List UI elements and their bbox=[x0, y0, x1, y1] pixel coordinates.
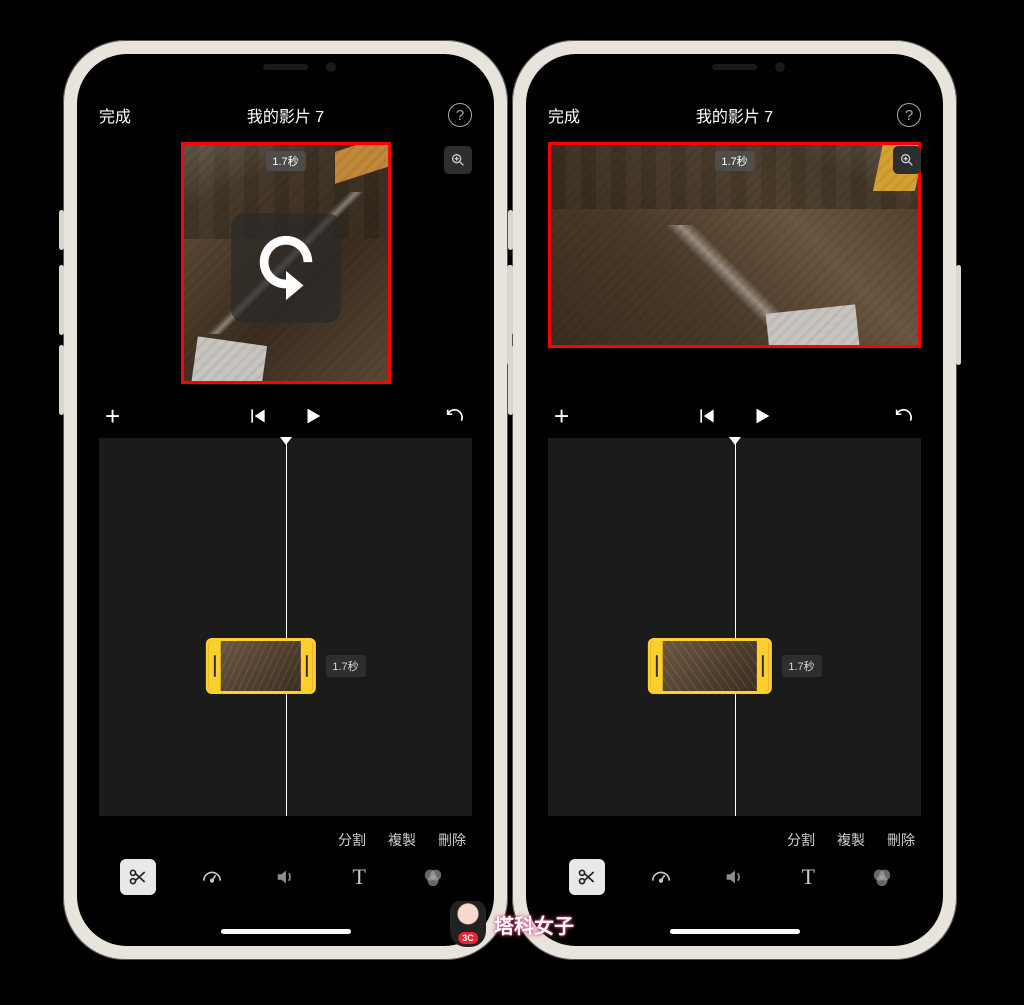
clip-row: 1.7秒 bbox=[647, 638, 821, 694]
watermark-text: 塔科女子 bbox=[494, 910, 574, 939]
playhead[interactable] bbox=[286, 438, 287, 816]
tool-volume[interactable] bbox=[267, 859, 303, 895]
tool-trim[interactable] bbox=[120, 859, 156, 895]
tool-filters[interactable] bbox=[415, 859, 451, 895]
rotate-cw-icon bbox=[251, 233, 321, 303]
video-clip[interactable] bbox=[647, 638, 771, 694]
action-delete[interactable]: 刪除 bbox=[887, 830, 915, 850]
tool-filters[interactable] bbox=[864, 859, 900, 895]
home-indicator[interactable] bbox=[670, 929, 800, 934]
volume-down-button[interactable] bbox=[59, 345, 64, 415]
tool-bar: T bbox=[77, 854, 494, 900]
power-button[interactable] bbox=[956, 265, 961, 365]
clip-thumbnail bbox=[220, 641, 300, 691]
add-media-button[interactable]: + bbox=[554, 401, 569, 432]
notch bbox=[196, 54, 376, 80]
tool-text[interactable]: T bbox=[341, 859, 377, 895]
done-button[interactable]: 完成 bbox=[99, 103, 131, 127]
watermark: 塔科女子 bbox=[450, 901, 574, 947]
clip-handle-left[interactable] bbox=[650, 641, 662, 691]
clip-row: 1.7秒 bbox=[205, 638, 365, 694]
volume-down-button[interactable] bbox=[508, 345, 513, 415]
edit-actions: 分割 複製 刪除 bbox=[787, 830, 915, 850]
transport-bar: + bbox=[526, 394, 943, 438]
timeline[interactable]: 1.7秒 bbox=[548, 438, 921, 816]
edit-actions: 分割 複製 刪除 bbox=[338, 830, 466, 850]
duration-badge: 1.7秒 bbox=[265, 151, 305, 171]
nav-bar: 完成 我的影片 7 ? bbox=[77, 96, 494, 134]
project-title: 我的影片 7 bbox=[696, 103, 773, 127]
text-icon: T bbox=[353, 864, 366, 890]
preview-area: 1.7秒 bbox=[99, 142, 472, 388]
tool-trim[interactable] bbox=[569, 859, 605, 895]
action-split[interactable]: 分割 bbox=[787, 830, 815, 850]
tool-speed[interactable] bbox=[643, 859, 679, 895]
scissors-icon bbox=[128, 867, 148, 887]
video-preview-image bbox=[551, 145, 918, 345]
tool-volume[interactable] bbox=[716, 859, 752, 895]
clip-handle-right[interactable] bbox=[300, 641, 312, 691]
clip-duration-label: 1.7秒 bbox=[781, 655, 821, 677]
action-split[interactable]: 分割 bbox=[338, 830, 366, 850]
preview-frame[interactable]: 1.7秒 bbox=[181, 142, 391, 384]
skip-back-button[interactable] bbox=[697, 406, 717, 426]
speedometer-icon bbox=[650, 866, 672, 888]
home-indicator[interactable] bbox=[221, 929, 351, 934]
play-button[interactable] bbox=[302, 405, 324, 427]
screen: 完成 我的影片 7 ? 1.7秒 + bbox=[526, 54, 943, 946]
clip-handle-right[interactable] bbox=[756, 641, 768, 691]
tool-text[interactable]: T bbox=[790, 859, 826, 895]
video-clip[interactable] bbox=[205, 638, 315, 694]
help-button[interactable]: ? bbox=[897, 103, 921, 127]
action-duplicate[interactable]: 複製 bbox=[388, 830, 416, 850]
watermark-avatar bbox=[450, 901, 486, 947]
timeline[interactable]: 1.7秒 bbox=[99, 438, 472, 816]
duration-badge: 1.7秒 bbox=[714, 151, 754, 171]
screen: 完成 我的影片 7 ? 1.7秒 + bbox=[77, 54, 494, 946]
volume-up-button[interactable] bbox=[59, 265, 64, 335]
zoom-button[interactable] bbox=[893, 146, 921, 174]
phone-frame-right: 完成 我的影片 7 ? 1.7秒 + bbox=[512, 40, 957, 960]
rotate-overlay bbox=[231, 213, 341, 323]
action-delete[interactable]: 刪除 bbox=[438, 830, 466, 850]
notch bbox=[645, 54, 825, 80]
action-duplicate[interactable]: 複製 bbox=[837, 830, 865, 850]
filters-icon bbox=[871, 866, 893, 888]
preview-area: 1.7秒 bbox=[548, 142, 921, 388]
filters-icon bbox=[422, 866, 444, 888]
tool-speed[interactable] bbox=[194, 859, 230, 895]
project-title: 我的影片 7 bbox=[247, 103, 324, 127]
undo-button[interactable] bbox=[444, 405, 466, 427]
help-button[interactable]: ? bbox=[448, 103, 472, 127]
volume-icon bbox=[274, 866, 296, 888]
zoom-button[interactable] bbox=[444, 146, 472, 174]
nav-bar: 完成 我的影片 7 ? bbox=[526, 96, 943, 134]
speedometer-icon bbox=[201, 866, 223, 888]
scissors-icon bbox=[577, 867, 597, 887]
undo-button[interactable] bbox=[893, 405, 915, 427]
transport-bar: + bbox=[77, 394, 494, 438]
preview-frame[interactable]: 1.7秒 bbox=[548, 142, 921, 348]
phone-frame-left: 完成 我的影片 7 ? 1.7秒 + bbox=[63, 40, 508, 960]
playhead[interactable] bbox=[735, 438, 736, 816]
volume-up-button[interactable] bbox=[508, 265, 513, 335]
tool-bar: T bbox=[526, 854, 943, 900]
add-media-button[interactable]: + bbox=[105, 401, 120, 432]
skip-back-button[interactable] bbox=[248, 406, 268, 426]
clip-thumbnail bbox=[662, 641, 756, 691]
mute-switch[interactable] bbox=[508, 210, 513, 250]
clip-duration-label: 1.7秒 bbox=[325, 655, 365, 677]
volume-icon bbox=[723, 866, 745, 888]
done-button[interactable]: 完成 bbox=[548, 103, 580, 127]
play-button[interactable] bbox=[751, 405, 773, 427]
mute-switch[interactable] bbox=[59, 210, 64, 250]
clip-handle-left[interactable] bbox=[208, 641, 220, 691]
text-icon: T bbox=[802, 864, 815, 890]
